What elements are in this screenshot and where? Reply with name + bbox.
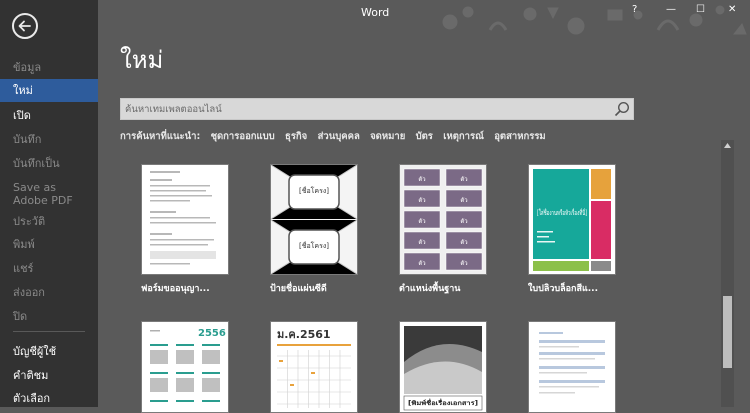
nav-save-as[interactable]: บันทึกเป็น — [0, 157, 98, 170]
backstage-sidebar: ข้อมูล ใหม่ เปิด บันทึก บันทึกเป็น Save … — [0, 0, 98, 407]
flyer-title: [ใส่ชื่องานหรือหัวเรื่องที่นี่] — [537, 208, 587, 217]
suggested-cards[interactable]: บัตร — [416, 131, 433, 142]
suggested-events[interactable]: เหตุการณ์ — [443, 131, 484, 142]
template-invoice[interactable] — [528, 321, 616, 413]
template-cd-labels[interactable]: [ชื่อโครง] [ชื่อโครง] — [270, 164, 358, 275]
close-button[interactable]: ✕ — [728, 4, 736, 16]
ticket-text: ตัว — [418, 260, 425, 267]
report-thumbnail: [พิมพ์ชื่อเรื่องเอกสาร] — [403, 326, 483, 411]
ticket-text: ตัว — [460, 176, 467, 183]
template-search-box — [120, 98, 634, 120]
calendar-thumbnail: 2556 — [150, 328, 226, 402]
tickets-thumbnail: ตัว ตัว ตัว ตัว ตัว ตัว ตัว ตัว ตัว ตัว — [403, 168, 483, 271]
scroll-up-arrow-icon[interactable] — [724, 143, 731, 148]
nav-new[interactable]: ใหม่ — [0, 79, 98, 102]
template-label-permission-form[interactable]: ฟอร์มขออนุญา... — [141, 281, 210, 295]
nav-open[interactable]: เปิด — [0, 109, 98, 122]
suggested-searches: การค้นหาที่แนะนำ: ชุดการออกแบบ ธุรกิจ ส่… — [120, 129, 553, 144]
suggested-design-sets[interactable]: ชุดการออกแบบ — [211, 131, 275, 142]
back-arrow-icon — [18, 20, 31, 32]
cd-label-title-2: [ชื่อโครง] — [299, 241, 329, 250]
template-label-cd-labels[interactable]: ป้ายชื่อแผ่นซีดี — [270, 281, 327, 295]
scrollbar-thumb[interactable] — [723, 296, 732, 368]
suggested-industry[interactable]: อุตสาหกรรม — [494, 131, 546, 142]
help-button[interactable]: ? — [632, 4, 637, 16]
backstage-main: Word ? — ☐ ✕ ใหม่ การค้นหาที่แนะนำ: ชุดก… — [98, 0, 750, 413]
template-search-input[interactable] — [125, 101, 605, 117]
ticket-text: ตัว — [418, 197, 425, 204]
ticket-text: ตัว — [460, 197, 467, 204]
flyer-thumbnail: [ใส่ชื่องานหรือหัวเรื่องที่นี่] — [533, 169, 611, 271]
calendar-year: 2556 — [198, 328, 226, 339]
search-icon[interactable] — [614, 101, 630, 117]
ticket-text: ตัว — [418, 218, 425, 225]
minimize-button[interactable]: — — [666, 4, 676, 16]
suggested-business[interactable]: ธุรกิจ — [285, 131, 307, 142]
ticket-text: ตัว — [460, 218, 467, 225]
nav-share[interactable]: แชร์ — [0, 262, 98, 275]
maximize-button[interactable]: ☐ — [696, 4, 705, 16]
nav-history[interactable]: ประวัติ — [0, 215, 98, 228]
template-report-desert[interactable]: [พิมพ์ชื่อเรื่องเอกสาร] — [399, 321, 487, 413]
sidebar-divider — [13, 331, 85, 332]
app-title: Word — [361, 6, 390, 19]
template-permission-form[interactable] — [141, 164, 229, 275]
ticket-text: ตัว — [460, 239, 467, 246]
ticket-text: ตัว — [418, 239, 425, 246]
ticket-text: ตัว — [460, 260, 467, 267]
report-title: [พิมพ์ชื่อเรื่องเอกสาร] — [408, 398, 478, 407]
back-button[interactable] — [12, 13, 38, 39]
invoice-thumbnail — [539, 332, 605, 394]
template-basic-tickets[interactable]: ตัว ตัว ตัว ตัว ตัว ตัว ตัว ตัว ตัว ตัว — [399, 164, 487, 275]
template-color-block-flyer[interactable]: [ใส่ชื่องานหรือหัวเรื่องที่นี่] — [528, 164, 616, 275]
suggested-personal[interactable]: ส่วนบุคคล — [318, 131, 360, 142]
nav-options[interactable]: ตัวเลือก — [0, 392, 98, 405]
nav-save[interactable]: บันทึก — [0, 133, 98, 146]
page-title: ใหม่ — [120, 46, 164, 74]
template-label-color-block-flyer[interactable]: ใบปลิวบล็อกสีแ... — [528, 281, 598, 295]
nav-print[interactable]: พิมพ์ — [0, 238, 98, 251]
template-label-basic-tickets[interactable]: ตำแหน่งพื้นฐาน — [399, 281, 460, 295]
suggested-searches-label: การค้นหาที่แนะนำ: — [120, 131, 201, 142]
monthly-calendar-thumbnail: ม.ค.2561 — [277, 328, 351, 408]
calendar-month-title: ม.ค.2561 — [277, 328, 331, 341]
cd-label-thumbnail: [ชื่อโครง] [ชื่อโครง] — [271, 165, 357, 274]
cd-label-title-1: [ชื่อโครง] — [299, 186, 329, 195]
nav-feedback[interactable]: คำติชม — [0, 369, 98, 382]
nav-save-as-adobe-pdf[interactable]: Save as Adobe PDF — [0, 181, 98, 207]
nav-close[interactable]: ปิด — [0, 310, 98, 323]
form-thumbnail — [150, 171, 216, 265]
suggested-letters[interactable]: จดหมาย — [370, 131, 405, 142]
nav-info[interactable]: ข้อมูล — [0, 61, 98, 74]
nav-account[interactable]: บัญชีผู้ใช้ — [0, 345, 98, 358]
template-calendar-2556[interactable]: 2556 — [141, 321, 229, 413]
title-doodle-icon — [442, 5, 747, 35]
ticket-text: ตัว — [418, 176, 425, 183]
nav-export[interactable]: ส่งออก — [0, 286, 98, 299]
template-calendar-jan-2561[interactable]: ม.ค.2561 — [270, 321, 358, 413]
